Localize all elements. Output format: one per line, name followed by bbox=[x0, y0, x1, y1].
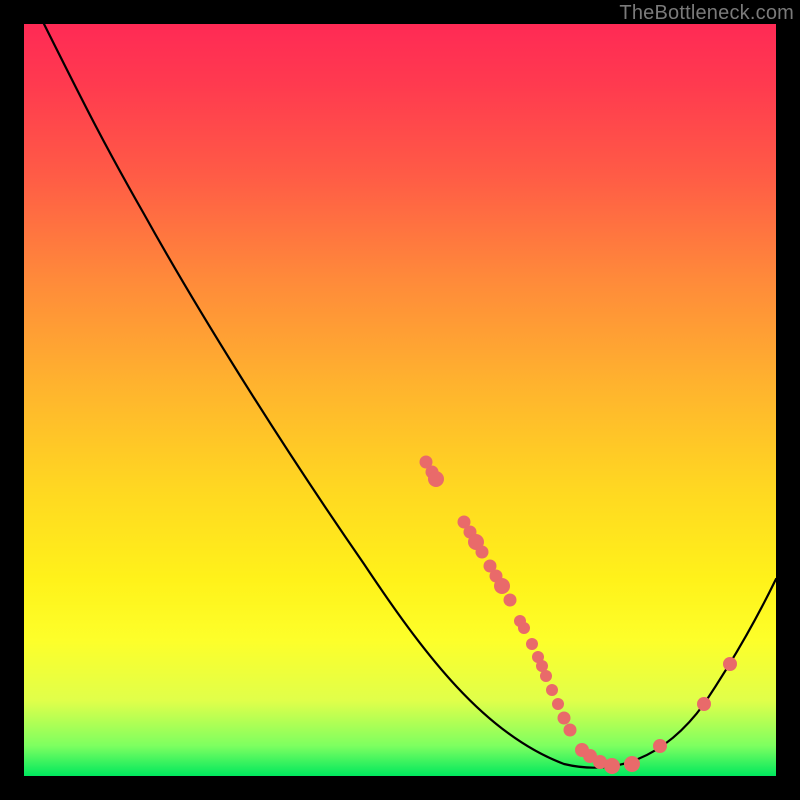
data-dot bbox=[697, 697, 711, 711]
data-dot bbox=[428, 471, 444, 487]
data-dot bbox=[526, 638, 538, 650]
data-dot bbox=[476, 546, 489, 559]
data-dot bbox=[494, 578, 510, 594]
chart-frame bbox=[24, 24, 776, 776]
bottleneck-curve bbox=[44, 24, 776, 768]
data-dot bbox=[604, 758, 620, 774]
data-dot bbox=[723, 657, 737, 671]
dot-group bbox=[420, 456, 738, 775]
data-dot bbox=[518, 622, 530, 634]
data-dot bbox=[540, 670, 552, 682]
data-dot bbox=[558, 712, 571, 725]
data-dot bbox=[624, 756, 640, 772]
data-dot bbox=[504, 594, 517, 607]
data-dot bbox=[564, 724, 577, 737]
chart-svg bbox=[24, 24, 776, 776]
data-dot bbox=[653, 739, 667, 753]
data-dot bbox=[552, 698, 564, 710]
watermark-text: TheBottleneck.com bbox=[619, 2, 794, 25]
data-dot bbox=[546, 684, 558, 696]
